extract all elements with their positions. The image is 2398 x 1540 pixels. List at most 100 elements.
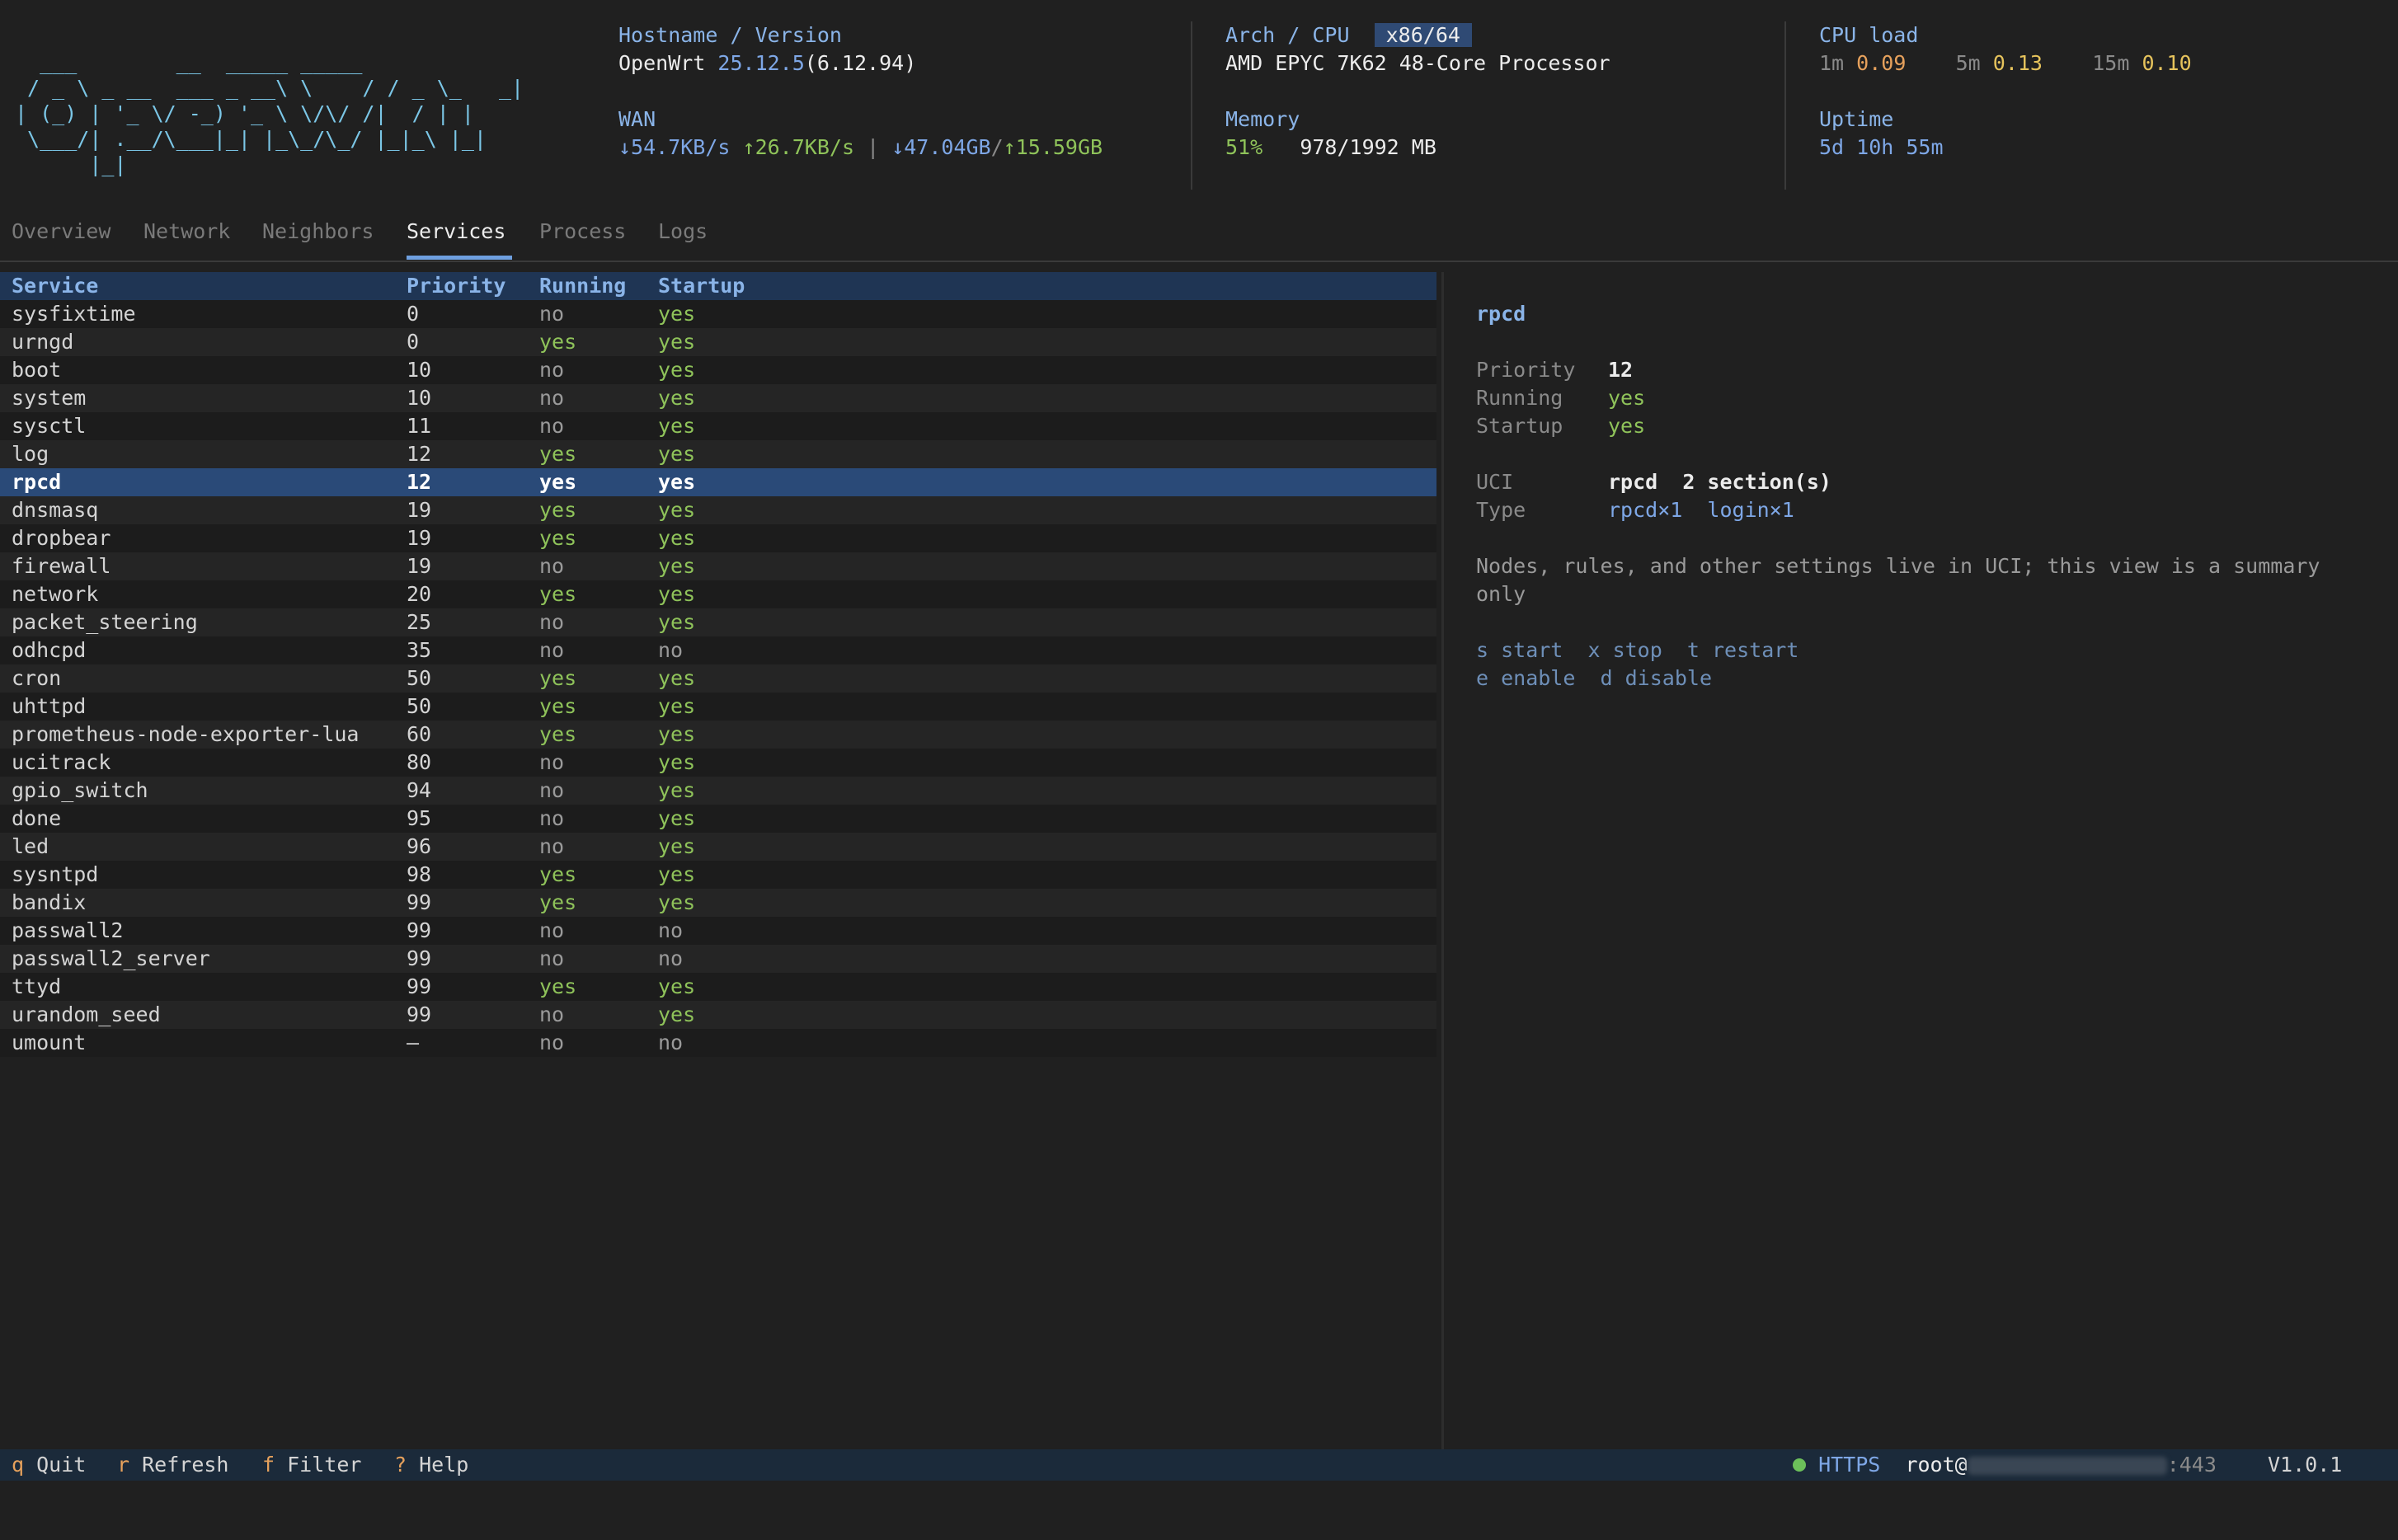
cell-service: gpio_switch [12,778,148,802]
cell-running: no [539,358,565,382]
cell-service: cron [12,666,62,690]
table-row[interactable]: network 20 yes yes [0,580,1436,608]
quit-shortcut[interactable]: q Quit [12,1451,86,1479]
table-row[interactable]: log 12 yes yes [0,440,1436,468]
cell-service: dropbear [12,526,111,550]
cell-service: sysctl [12,414,87,438]
table-row[interactable]: firewall 19 no yes [0,552,1436,580]
cell-startup: yes [658,666,696,690]
cell-startup: yes [658,750,696,774]
tab-logs[interactable]: Logs [658,218,708,246]
cell-priority: 0 [407,330,420,354]
cell-startup: yes [658,778,696,802]
cell-running: no [539,302,565,326]
refresh-shortcut[interactable]: r Refresh [117,1451,228,1479]
table-row[interactable]: gpio_switch 94 no yes [0,777,1436,805]
table-row[interactable]: boot 10 no yes [0,356,1436,384]
tab-process[interactable]: Process [539,218,626,246]
hint-disable[interactable]: d disable [1601,666,1712,690]
cell-running: no [539,834,565,858]
table-row[interactable]: uhttpd 50 yes yes [0,693,1436,721]
cell-service: ttyd [12,974,62,998]
table-row[interactable]: odhcpd 35 no no [0,636,1436,664]
tab-services[interactable]: Services [407,218,505,246]
table-row[interactable]: system 10 no yes [0,384,1436,412]
table-row[interactable]: cron 50 yes yes [0,664,1436,693]
tab-overview[interactable]: Overview [12,218,110,246]
table-row[interactable]: ucitrack 80 no yes [0,749,1436,777]
cell-startup: yes [658,610,696,634]
table-row[interactable]: done 95 no yes [0,805,1436,833]
wan-tx-total: ↑15.59GB [1003,135,1103,159]
table-row[interactable]: packet_steering 25 no yes [0,608,1436,636]
load-5m: 0.13 [1992,51,2043,75]
active-tab-indicator [407,256,512,260]
cell-service: urandom_seed [12,1002,161,1026]
tab-network[interactable]: Network [143,218,230,246]
header-divider-2 [1784,21,1786,190]
cell-running: yes [539,582,577,606]
table-row[interactable]: sysntpd 98 yes yes [0,861,1436,889]
cell-priority: 19 [407,498,432,522]
table-row[interactable]: dropbear 19 yes yes [0,524,1436,552]
cell-startup: yes [658,806,696,830]
cell-running: no [539,946,565,970]
detail-uci-label: UCI [1476,470,1514,494]
table-row[interactable]: umount — no no [0,1029,1436,1057]
version: 25.12.5 [717,51,805,75]
hint-enable[interactable]: e enable [1476,666,1575,690]
wan-slash: / [990,135,1004,159]
cell-running: no [539,806,565,830]
column-header-service[interactable]: Service [12,272,98,300]
tab-neighbors[interactable]: Neighbors [262,218,374,246]
cell-service: bandix [12,890,87,914]
help-shortcut[interactable]: ? Help [394,1451,468,1479]
arch-cpu: Arch / CPU x86/64 [1225,21,1472,49]
cell-priority: 99 [407,974,432,998]
detail-startup-label: Startup [1476,414,1563,438]
cell-running: yes [539,442,577,466]
hint-stop[interactable]: x stop [1587,638,1662,662]
table-row[interactable]: urngd 0 yes yes [0,328,1436,356]
hint-restart[interactable]: t restart [1687,638,1798,662]
detail-priority-label: Priority [1476,358,1576,382]
column-header-running[interactable]: Running [539,272,626,300]
cell-running: yes [539,974,577,998]
cell-priority: 19 [407,526,432,550]
cell-startup: yes [658,358,696,382]
table-row[interactable]: ttyd 99 yes yes [0,973,1436,1001]
column-header-priority[interactable]: Priority [407,272,505,300]
cell-priority: 12 [407,470,432,494]
pane-divider[interactable] [1441,272,1444,1451]
table-row[interactable]: bandix 99 yes yes [0,889,1436,917]
wan-separator: | [867,135,880,159]
cell-running: yes [539,666,577,690]
table-row[interactable]: sysfixtime 0 no yes [0,300,1436,328]
cell-service: passwall2_server [12,946,210,970]
cell-priority: 50 [407,666,432,690]
cell-service: passwall2 [12,918,124,942]
cell-priority: 94 [407,778,432,802]
cell-startup: yes [658,386,696,410]
hint-start[interactable]: s start [1476,638,1563,662]
table-row[interactable]: sysctl 11 no yes [0,412,1436,440]
table-row[interactable]: passwall2 99 no no [0,917,1436,945]
cell-service: done [12,806,62,830]
table-row[interactable]: dnsmasq 19 yes yes [0,496,1436,524]
table-row[interactable]: rpcd 12 yes yes [0,468,1436,496]
cell-priority: 10 [407,358,432,382]
uptime-label: Uptime [1819,107,1894,131]
filter-label: Filter [287,1453,362,1477]
column-header-startup[interactable]: Startup [658,272,745,300]
connection-status: HTTPS root@:443 [1793,1451,2217,1479]
table-row[interactable]: passwall2_server 99 no no [0,945,1436,973]
github-icon[interactable] [2360,1453,2398,1540]
memory-usage: 978/1992 MB [1300,135,1436,159]
table-row[interactable]: urandom_seed 99 no yes [0,1001,1436,1029]
filter-shortcut[interactable]: f Filter [262,1451,361,1479]
cell-priority: 11 [407,414,432,438]
load-5m-label: 5m [1955,51,1981,75]
table-row[interactable]: prometheus-node-exporter-lua 60 yes yes [0,721,1436,749]
table-row[interactable]: led 96 no yes [0,833,1436,861]
cell-startup: no [658,1031,684,1054]
